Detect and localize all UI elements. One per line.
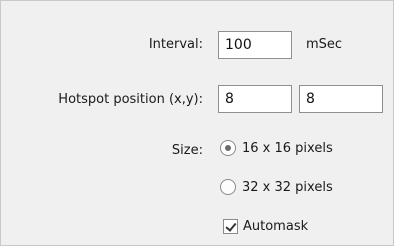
size-option-16[interactable]: 16 x 16 pixels [220, 140, 333, 156]
hotspot-x-input[interactable] [218, 85, 292, 113]
hotspot-label: Hotspot position (x,y): [58, 92, 203, 107]
radio-unselected-icon[interactable] [220, 179, 236, 195]
size-option-16-label: 16 x 16 pixels [242, 140, 333, 156]
automask-checkbox[interactable]: Automask [223, 219, 308, 234]
interval-unit: mSec [306, 37, 343, 52]
size-option-32-label: 32 x 32 pixels [242, 179, 333, 195]
settings-panel: Interval: mSec Hotspot position (x,y): S… [0, 0, 394, 246]
hotspot-y-input[interactable] [299, 85, 383, 113]
radio-selected-icon[interactable] [220, 140, 236, 156]
checkbox-checked-icon[interactable] [223, 219, 238, 234]
size-label: Size: [171, 143, 203, 158]
interval-input[interactable] [218, 31, 292, 59]
interval-label: Interval: [148, 37, 203, 52]
automask-label: Automask [243, 219, 309, 234]
size-option-32[interactable]: 32 x 32 pixels [220, 179, 333, 195]
